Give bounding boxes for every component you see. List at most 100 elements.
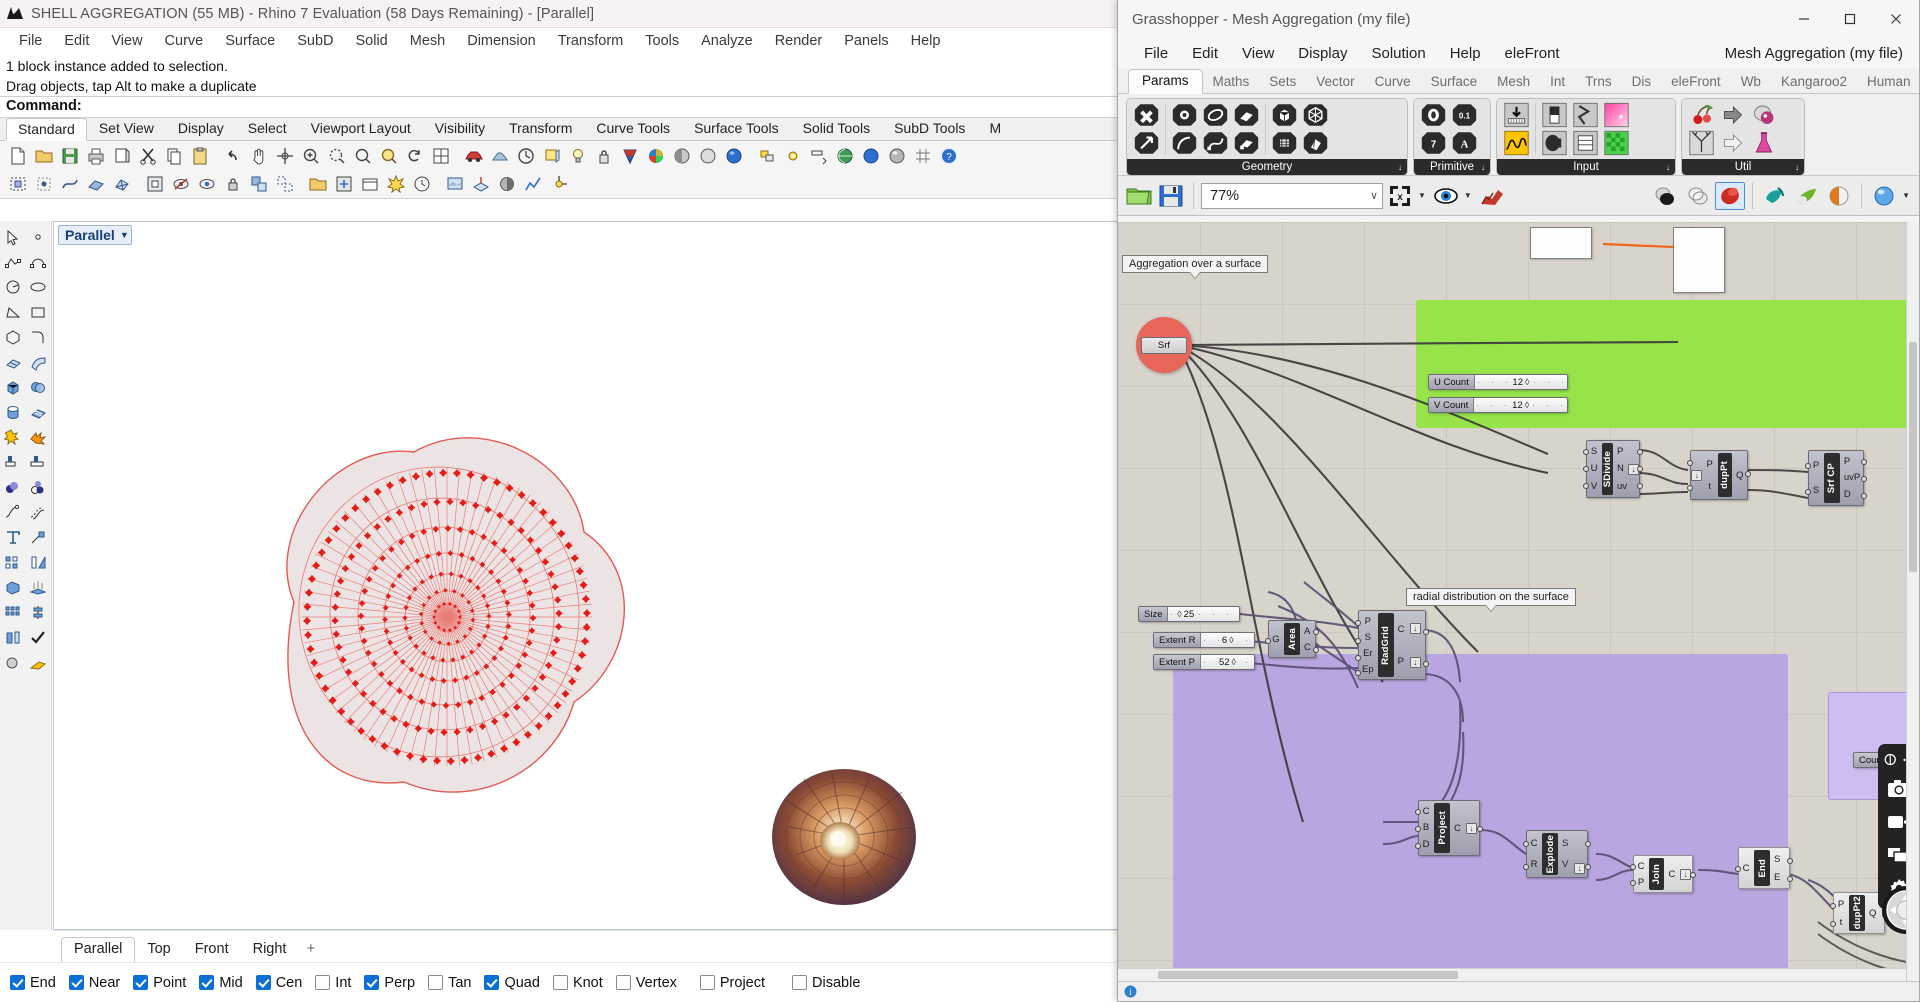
- zoom-extents-icon[interactable]: [376, 143, 402, 168]
- slider-v-count[interactable]: V Count 12◊: [1428, 397, 1568, 413]
- osnap-quad-checkbox[interactable]: [484, 975, 499, 990]
- slider-u-count[interactable]: U Count 12◊: [1428, 374, 1568, 390]
- rhino-tab-viewport-layout[interactable]: Viewport Layout: [299, 117, 423, 140]
- gh-python-icon[interactable]: [1750, 102, 1777, 128]
- show-objects-icon[interactable]: [194, 172, 220, 197]
- component-explode[interactable]: C R Explode S V ↓: [1526, 830, 1588, 878]
- end-output-e[interactable]: E: [1774, 872, 1782, 883]
- viewport-layout-icon[interactable]: [428, 143, 454, 168]
- blue-material-icon[interactable]: [1869, 182, 1899, 210]
- flask-icon[interactable]: [1750, 130, 1777, 156]
- viewport-tab-top[interactable]: Top: [135, 938, 182, 962]
- gh-tab-kangaroo2[interactable]: Kangaroo2: [1771, 72, 1857, 93]
- box-icon[interactable]: [0, 375, 26, 400]
- group-radial-purple[interactable]: [1173, 654, 1788, 981]
- component-join[interactable]: C P Join C ↓: [1633, 855, 1693, 893]
- surface-param-component[interactable]: Srf: [1136, 317, 1192, 373]
- component-sdivide[interactable]: S U V SDivide P N uv ↓: [1586, 440, 1640, 498]
- gh-menu-view[interactable]: View: [1230, 42, 1286, 65]
- viewport-tab-parallel[interactable]: Parallel: [61, 937, 135, 963]
- end-output-s[interactable]: S: [1774, 854, 1782, 865]
- rhino-menubar[interactable]: File Edit View Curve Surface SubD Solid …: [0, 28, 1120, 54]
- open-folder-icon[interactable]: [1124, 182, 1154, 210]
- gradient-green-icon[interactable]: [1603, 130, 1630, 156]
- pan-hand-icon[interactable]: [246, 143, 272, 168]
- slider-extent-r[interactable]: Extent R 6◊: [1153, 632, 1255, 648]
- zoom-extents-caret-icon[interactable]: ▼: [1418, 191, 1426, 200]
- rhino-tab-more[interactable]: M: [977, 117, 1013, 140]
- srfcp-output-p[interactable]: P: [1844, 456, 1860, 467]
- grasshopper-menubar[interactable]: File Edit View Display Solution Help ele…: [1118, 38, 1919, 68]
- material-caret-icon[interactable]: ▼: [1902, 191, 1910, 200]
- sdivide-output-n[interactable]: N: [1617, 463, 1625, 474]
- rhino-tab-standard[interactable]: Standard: [6, 118, 87, 141]
- zoom-window-icon[interactable]: [350, 143, 376, 168]
- gh-menu-edit[interactable]: Edit: [1180, 42, 1230, 65]
- param-arc-icon[interactable]: [1171, 130, 1198, 156]
- rhino-viewport[interactable]: Parallel ▼: [53, 221, 1120, 930]
- gh-tab-mesh[interactable]: Mesh: [1487, 72, 1540, 93]
- param-surface-icon[interactable]: [1233, 102, 1260, 128]
- rhino-menu-mesh[interactable]: Mesh: [399, 31, 456, 51]
- rhino-menu-panels[interactable]: Panels: [833, 31, 899, 51]
- gradient-control-icon[interactable]: [1572, 102, 1599, 128]
- select-point-icon[interactable]: [31, 172, 57, 197]
- cylinder-icon[interactable]: [0, 400, 26, 425]
- rotate-view-icon[interactable]: [402, 143, 428, 168]
- help-icon[interactable]: ?: [936, 143, 962, 168]
- param-point-icon[interactable]: [1171, 102, 1198, 128]
- teal-material-icon[interactable]: [1760, 182, 1790, 210]
- srfcp-input-p[interactable]: P: [1812, 460, 1820, 471]
- check-icon[interactable]: [26, 625, 52, 650]
- param-curve-icon[interactable]: [1202, 130, 1229, 156]
- surface-from-points-icon[interactable]: [0, 350, 26, 375]
- light-icon[interactable]: [565, 143, 591, 168]
- lock-objects-icon[interactable]: [220, 172, 246, 197]
- material-sphere-icon[interactable]: [884, 143, 910, 168]
- select-all-icon[interactable]: [5, 172, 31, 197]
- osnap-cen-checkbox[interactable]: [256, 975, 271, 990]
- sdivide-output-p[interactable]: P: [1617, 446, 1625, 457]
- history-icon[interactable]: [409, 172, 435, 197]
- relay-arrow-icon[interactable]: [1719, 102, 1746, 128]
- point-icon[interactable]: [26, 225, 52, 250]
- slider-grip-icon[interactable]: ◊: [1525, 400, 1529, 410]
- radgrid-input-ep[interactable]: Ep: [1362, 664, 1374, 675]
- gh-tab-wb[interactable]: Wb: [1731, 72, 1771, 93]
- rhino-menu-dimension[interactable]: Dimension: [456, 31, 547, 51]
- copy-icon[interactable]: [161, 143, 187, 168]
- gh-tab-maths[interactable]: Maths: [1203, 72, 1260, 93]
- duppt-input-p[interactable]: P: [1706, 459, 1714, 470]
- vscroll-thumb[interactable]: [1909, 342, 1917, 572]
- rhino-menu-surface[interactable]: Surface: [214, 31, 286, 51]
- paste-icon[interactable]: [187, 143, 213, 168]
- duppt-output-q[interactable]: Q: [1736, 470, 1744, 481]
- hide-objects-icon[interactable]: [168, 172, 194, 197]
- render-clock-icon[interactable]: [513, 143, 539, 168]
- offset-curve-icon[interactable]: [26, 500, 52, 525]
- param-brep-icon[interactable]: [1271, 102, 1298, 128]
- slider-extent-p[interactable]: Extent P 52◊: [1153, 654, 1255, 670]
- osnap-quad[interactable]: Quad: [484, 975, 539, 991]
- osnap-end[interactable]: End: [10, 975, 56, 991]
- extrude-icon[interactable]: [0, 575, 26, 600]
- radgrid-output-p[interactable]: P: [1398, 656, 1406, 667]
- hscroll-thumb[interactable]: [1158, 971, 1458, 979]
- orange-material-icon[interactable]: [1824, 182, 1854, 210]
- area-output-a[interactable]: A: [1304, 626, 1312, 637]
- rhino-tab-set-view[interactable]: Set View: [87, 117, 166, 140]
- rhino-tab-display[interactable]: Display: [166, 117, 236, 140]
- osnap-vertex-checkbox[interactable]: [616, 975, 631, 990]
- canvas-horizontal-scrollbar[interactable]: [1118, 968, 1906, 981]
- zoom-selected-icon[interactable]: [324, 143, 350, 168]
- invert-selection-icon[interactable]: [142, 172, 168, 197]
- gh-menu-file[interactable]: File: [1132, 42, 1180, 65]
- param-boolean-icon[interactable]: [1420, 102, 1447, 128]
- rhino-menu-edit[interactable]: Edit: [53, 31, 100, 51]
- osnap-project-checkbox[interactable]: [700, 975, 715, 990]
- viewport-tab-right[interactable]: Right: [241, 938, 299, 962]
- osnap-near[interactable]: Near: [69, 975, 120, 991]
- osnap-perp-checkbox[interactable]: [364, 975, 379, 990]
- value-list-icon[interactable]: [1541, 130, 1568, 156]
- param-mesh-face-icon[interactable]: [1302, 130, 1329, 156]
